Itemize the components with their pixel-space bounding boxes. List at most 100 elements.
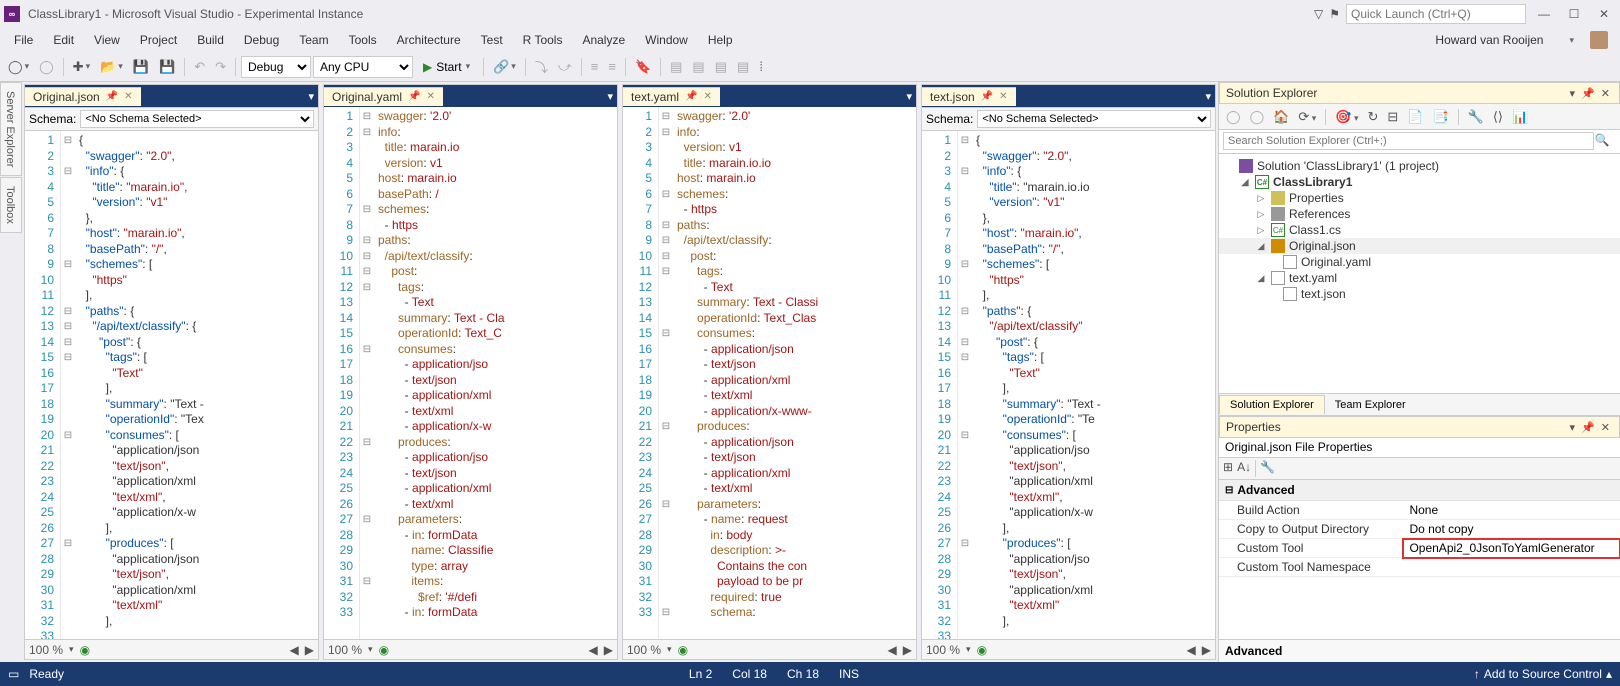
code-content[interactable]: { "swagger": "2.0", "info": { "title": "…	[75, 131, 318, 639]
scope-icon[interactable]: ⟳	[1295, 107, 1319, 127]
fold-gutter[interactable]: ⊟⊟ ⊟ ⊟⊟⊟⊟ ⊟ ⊟ ⊟ ⊟	[360, 107, 374, 639]
code-content[interactable]: swagger: '2.0' info: version: v1 title: …	[673, 107, 916, 639]
solution-explorer-tab[interactable]: Solution Explorer	[1219, 395, 1325, 414]
panel-dropdown-icon[interactable]: ▾	[1567, 421, 1579, 434]
step-into-icon[interactable]: ⤵	[531, 55, 552, 78]
zoom-dropdown-icon[interactable]: ▾	[69, 644, 74, 655]
zoom-level[interactable]: 100 %	[29, 643, 63, 657]
menu-test[interactable]: Test	[471, 30, 513, 50]
menu-team[interactable]: Team	[289, 30, 338, 50]
feedback-icon[interactable]: ⚑	[1329, 7, 1340, 21]
panel-close-icon[interactable]: ✕	[1598, 421, 1613, 434]
zoom-dropdown-icon[interactable]: ▾	[966, 644, 971, 655]
solution-search-input[interactable]	[1223, 132, 1594, 150]
save-all-button[interactable]: 💾	[155, 57, 179, 77]
scroll-right-icon[interactable]: ▶	[903, 643, 912, 657]
properties-object-header[interactable]: Original.json File Properties	[1219, 438, 1620, 458]
menu-analyze[interactable]: Analyze	[572, 30, 635, 50]
solution-config-select[interactable]: Debug	[241, 56, 311, 78]
home-icon[interactable]: 🏠	[1270, 107, 1292, 127]
code-content[interactable]: swagger: '2.0' info: title: marain.io ve…	[374, 107, 617, 639]
browser-link-button[interactable]: 🔗	[489, 57, 520, 77]
scroll-left-icon[interactable]: ◀	[290, 643, 299, 657]
new-project-button[interactable]: ✚	[69, 57, 94, 77]
menu-project[interactable]: Project	[130, 30, 187, 50]
close-icon[interactable]: ✕	[999, 91, 1007, 102]
tab-overflow-icon[interactable]: ▾	[607, 90, 613, 103]
outdent-icon[interactable]: ≡	[587, 57, 603, 76]
scroll-right-icon[interactable]: ▶	[1202, 643, 1211, 657]
panel-pin-icon[interactable]: 📌	[1578, 87, 1598, 100]
scroll-right-icon[interactable]: ▶	[604, 643, 613, 657]
close-button[interactable]: ✕	[1592, 7, 1616, 21]
code-area[interactable]: 1234567891011121314151617181920212223242…	[922, 131, 1215, 639]
search-icon[interactable]: 🔍	[1594, 133, 1610, 147]
step-over-icon[interactable]: ⤻	[554, 57, 576, 77]
pin-icon[interactable]: 📌	[685, 91, 697, 102]
tab-overflow-icon[interactable]: ▾	[906, 90, 912, 103]
menu-r-tools[interactable]: R Tools	[513, 30, 573, 50]
collapse-icon[interactable]: ⊟	[1384, 107, 1401, 127]
view-code-icon[interactable]: ⟨⟩	[1490, 107, 1506, 127]
team-explorer-tab[interactable]: Team Explorer	[1325, 396, 1416, 414]
tab-overflow-icon[interactable]: ▾	[1205, 90, 1211, 103]
solution-platform-select[interactable]: Any CPU	[313, 56, 413, 78]
zoom-dropdown-icon[interactable]: ▾	[368, 644, 373, 655]
fold-gutter[interactable]: ⊟⊟ ⊟ ⊟⊟⊟⊟ ⊟ ⊟ ⊟ ⊟	[659, 107, 673, 639]
refresh-icon[interactable]: ↻	[1364, 107, 1381, 127]
prop-row-copy[interactable]: Copy to Output DirectoryDo not copy	[1219, 520, 1620, 539]
property-pages-icon[interactable]: 🔧	[1260, 460, 1275, 477]
zoom-level[interactable]: 100 %	[926, 643, 960, 657]
undo-button[interactable]: ↶	[190, 57, 209, 77]
redo-button[interactable]: ↷	[211, 57, 230, 77]
pin-icon[interactable]: 📌	[408, 91, 420, 102]
properties-node[interactable]: ▷Properties	[1219, 190, 1620, 206]
save-button[interactable]: 💾	[129, 57, 153, 77]
maximize-button[interactable]: ☐	[1562, 7, 1586, 21]
project-node[interactable]: ◢C#ClassLibrary1	[1219, 174, 1620, 190]
prop-row-namespace[interactable]: Custom Tool Namespace	[1219, 558, 1620, 577]
menu-build[interactable]: Build	[187, 30, 234, 50]
categorized-icon[interactable]: ⊞	[1223, 460, 1233, 477]
fold-gutter[interactable]: ⊟ ⊟ ⊟ ⊟⊟⊟⊟ ⊟ ⊟	[61, 131, 75, 639]
original-yaml-node[interactable]: Original.yaml	[1219, 254, 1620, 270]
alphabetical-icon[interactable]: A↓	[1237, 460, 1251, 477]
text-json-node[interactable]: text.json	[1219, 286, 1620, 302]
minimize-button[interactable]: —	[1532, 7, 1556, 21]
code-content[interactable]: { "swagger": "2.0", "info": { "title": "…	[972, 131, 1215, 639]
toolbar-overflow[interactable]: ⁞	[755, 57, 767, 76]
schema-select[interactable]: <No Schema Selected>	[80, 110, 314, 128]
avatar[interactable]	[1590, 31, 1608, 49]
class1-node[interactable]: ▷C#Class1.cs	[1219, 222, 1620, 238]
comment-icon1[interactable]: ▤	[666, 57, 686, 77]
menu-help[interactable]: Help	[698, 30, 743, 50]
toolbox-tab[interactable]: Toolbox	[0, 177, 22, 233]
scroll-left-icon[interactable]: ◀	[589, 643, 598, 657]
solution-node[interactable]: Solution 'ClassLibrary1' (1 project)	[1219, 158, 1620, 174]
prop-row-build-action[interactable]: Build ActionNone	[1219, 501, 1620, 520]
custom-tool-value[interactable]: OpenApi2_0JsonToYamlGenerator	[1403, 539, 1620, 558]
code-area[interactable]: 1234567891011121314151617181920212223242…	[623, 107, 916, 639]
close-icon[interactable]: ✕	[124, 91, 132, 102]
fold-gutter[interactable]: ⊟ ⊟ ⊟ ⊟ ⊟⊟ ⊟ ⊟	[958, 131, 972, 639]
menu-tools[interactable]: Tools	[339, 30, 387, 50]
show-all-icon[interactable]: 📄	[1404, 107, 1426, 127]
code-area[interactable]: 1234567891011121314151617181920212223242…	[25, 131, 318, 639]
panel-dropdown-icon[interactable]: ▾	[1567, 87, 1579, 100]
notifications-icon[interactable]: ▽	[1314, 7, 1323, 21]
text-yaml-node[interactable]: ◢text.yaml	[1219, 270, 1620, 286]
menu-file[interactable]: File	[4, 30, 43, 50]
document-tab[interactable]: text.yaml📌✕	[623, 87, 720, 106]
menu-architecture[interactable]: Architecture	[387, 30, 471, 50]
bookmark-icon[interactable]: 🔖	[631, 57, 655, 77]
scroll-left-icon[interactable]: ◀	[1187, 643, 1196, 657]
references-node[interactable]: ▷References	[1219, 206, 1620, 222]
menu-view[interactable]: View	[84, 30, 130, 50]
open-file-button[interactable]: 📂	[96, 57, 127, 77]
document-tab[interactable]: Original.json📌✕	[25, 87, 141, 106]
document-tab[interactable]: Original.yaml📌✕	[324, 87, 443, 106]
close-icon[interactable]: ✕	[426, 91, 434, 102]
close-icon[interactable]: ✕	[703, 91, 711, 102]
panel-pin-icon[interactable]: 📌	[1578, 421, 1598, 434]
prop-row-custom-tool[interactable]: Custom ToolOpenApi2_0JsonToYamlGenerator	[1219, 539, 1620, 558]
